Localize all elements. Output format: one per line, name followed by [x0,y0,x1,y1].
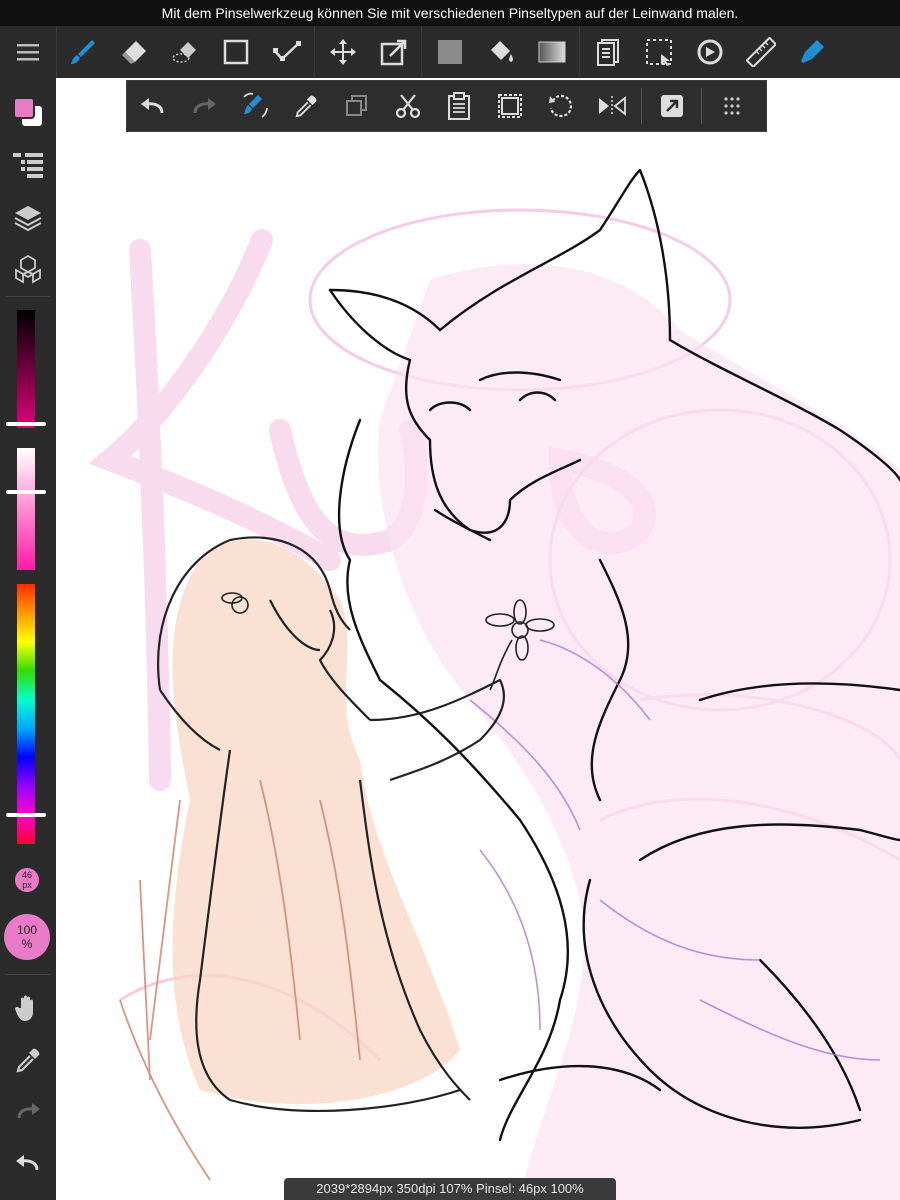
redo-icon [193,98,216,114]
hand-icon [15,995,33,1021]
eraser-tool-button[interactable] [108,26,159,78]
transform-icon [272,41,301,61]
layers-doc-icon [596,39,619,66]
clipboard-icon [447,92,470,120]
toolbar-divider [579,26,580,78]
menu-button[interactable] [0,26,57,78]
brush-adjust-button[interactable] [229,81,280,131]
hand-tool-button[interactable] [0,986,56,1030]
resize-icon [380,39,406,66]
cubes-icon [15,254,41,284]
rotate-view-button[interactable] [684,26,735,78]
ruler-icon [745,37,776,67]
eyedropper-icon [16,1048,40,1073]
share-arrow-icon [660,95,683,117]
sidebar-divider [6,974,50,975]
drawing-canvas[interactable] [56,78,900,1200]
context-toolbar [126,80,767,132]
gradient-tool-button[interactable] [526,26,577,78]
deselect-button[interactable] [535,81,586,131]
rectangle-icon [223,39,248,65]
canvas-info-text: 2039*2894px 350dpi 107% Pinsel: 46px 100… [316,1181,584,1196]
shape-tool-button[interactable] [210,26,261,78]
smudge-tool-button[interactable] [159,26,210,78]
color-swatch-icon [13,97,42,126]
toolbar-divider [421,26,422,78]
flip-horizontal-icon [598,96,626,116]
select-all-button[interactable] [484,81,535,131]
brush-icon [70,40,95,64]
hue-slider-handle[interactable] [6,813,46,817]
color-swatch-button[interactable] [0,90,56,134]
selection-tool-button[interactable] [633,26,684,78]
layer-list-button[interactable] [582,26,633,78]
redo-icon [17,1103,40,1119]
scissors-icon [395,94,420,119]
fill-color-button[interactable] [424,26,475,78]
smudge-icon [171,42,196,63]
undo-icon [140,98,163,114]
undo-button[interactable] [0,1142,56,1186]
context-divider [701,88,702,124]
artwork-illustration [88,168,900,1200]
ruler-tool-button[interactable] [735,26,786,78]
copy-button[interactable] [331,81,382,131]
resize-tool-button[interactable] [368,26,419,78]
materials-button[interactable] [0,248,56,292]
paste-button[interactable] [433,81,484,131]
list-icon [13,153,43,178]
move-tool-button[interactable] [317,26,368,78]
fill-color-icon [437,40,462,64]
flip-button[interactable] [586,81,637,131]
cut-button[interactable] [382,81,433,131]
layers-icon [14,206,42,232]
tool-tip-banner: Mit dem Pinselwerkzeug können Sie mit ve… [0,0,900,26]
pen-icon [800,40,824,63]
layers-button[interactable] [0,196,56,240]
bucket-tool-button[interactable] [475,26,526,78]
eyedropper-button[interactable] [0,1038,56,1082]
opacity-indicator[interactable]: 100 % [4,914,50,960]
brightness-slider[interactable] [17,310,35,428]
selection-icon [645,39,672,66]
rotate-view-icon [697,39,722,65]
saturation-slider-handle[interactable] [6,490,46,494]
brush-tool-button[interactable] [57,26,108,78]
undo-icon [16,1155,39,1171]
rotate-icon [548,94,572,118]
undo-action-button[interactable] [127,81,178,131]
toolbar-divider [314,26,315,78]
left-sidebar: 46 px 100 % [0,78,56,1200]
eraser-icon [121,41,146,64]
tool-tip-text: Mit dem Pinselwerkzeug können Sie mit ve… [161,5,739,21]
more-options-button[interactable] [706,81,757,131]
export-button[interactable] [646,81,697,131]
opacity-value: 100 % [16,923,38,951]
move-icon [329,39,356,65]
brightness-slider-handle[interactable] [6,422,46,426]
sidebar-divider [6,296,50,297]
main-toolbar [0,26,900,78]
bucket-icon [490,41,513,62]
eyedropper-action-button[interactable] [280,81,331,131]
redo-button[interactable] [0,1090,56,1134]
brush-size-indicator[interactable]: 46 px [15,868,39,892]
menu-icon [17,44,39,61]
brush-rotate-icon [242,92,268,118]
grid-dots-icon [723,97,740,115]
redo-action-button[interactable] [178,81,229,131]
gradient-icon [538,41,565,63]
brush-list-button[interactable] [0,144,56,188]
copy-icon [345,95,367,116]
saturation-slider[interactable] [17,448,35,570]
select-all-icon [497,94,522,118]
pen-settings-button[interactable] [786,26,837,78]
eyedropper-icon [295,95,317,118]
transform-tool-button[interactable] [261,26,312,78]
context-divider [641,88,642,124]
hue-slider[interactable] [17,584,35,844]
brush-size-value: 46 px [21,870,32,890]
canvas-status-bar: 2039*2894px 350dpi 107% Pinsel: 46px 100… [284,1178,616,1200]
